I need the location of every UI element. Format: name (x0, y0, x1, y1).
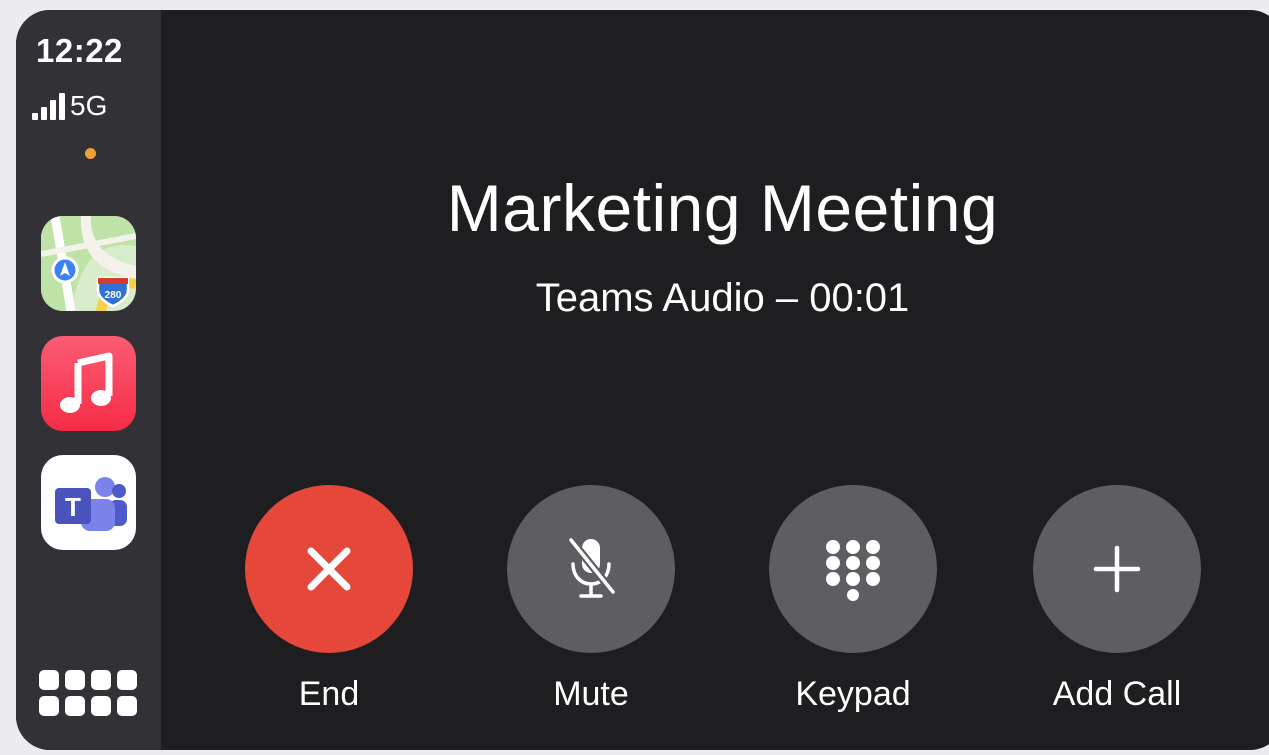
keypad-icon (826, 540, 880, 601)
mute-label: Mute (553, 675, 629, 713)
end-call-label: End (298, 675, 360, 713)
call-subtitle: Teams Audio – 00:01 (535, 276, 910, 320)
call-title: Marketing Meeting (446, 171, 999, 245)
status-time: 12:22 (36, 32, 123, 69)
keypad-label: Keypad (795, 675, 911, 713)
status-signal: 5G (32, 90, 107, 120)
mute-button[interactable] (507, 485, 675, 653)
end-call-button[interactable] (245, 485, 413, 653)
cellular-signal-icon (32, 93, 65, 120)
teams-letter: T (65, 492, 81, 522)
microphone-slash-icon (567, 536, 617, 598)
activity-indicator-dot (85, 148, 96, 159)
maps-app-icon[interactable]: 280 (41, 216, 136, 311)
music-app-icon[interactable] (41, 336, 136, 431)
plus-icon (1093, 545, 1141, 593)
sidebar: 12:22 5G 280 T (16, 10, 161, 750)
add-call-button[interactable] (1033, 485, 1201, 653)
teams-app-icon[interactable]: T (41, 455, 136, 550)
add-call-label: Add Call (1052, 675, 1182, 713)
keypad-button[interactable] (769, 485, 937, 653)
highway-shield-number: 280 (105, 290, 122, 301)
network-type: 5G (70, 90, 108, 121)
close-icon (307, 547, 351, 591)
app-grid-icon[interactable] (39, 670, 137, 722)
carplay-screen: 12:22 5G 280 T Marketing Meeting Teams A… (16, 10, 1269, 750)
